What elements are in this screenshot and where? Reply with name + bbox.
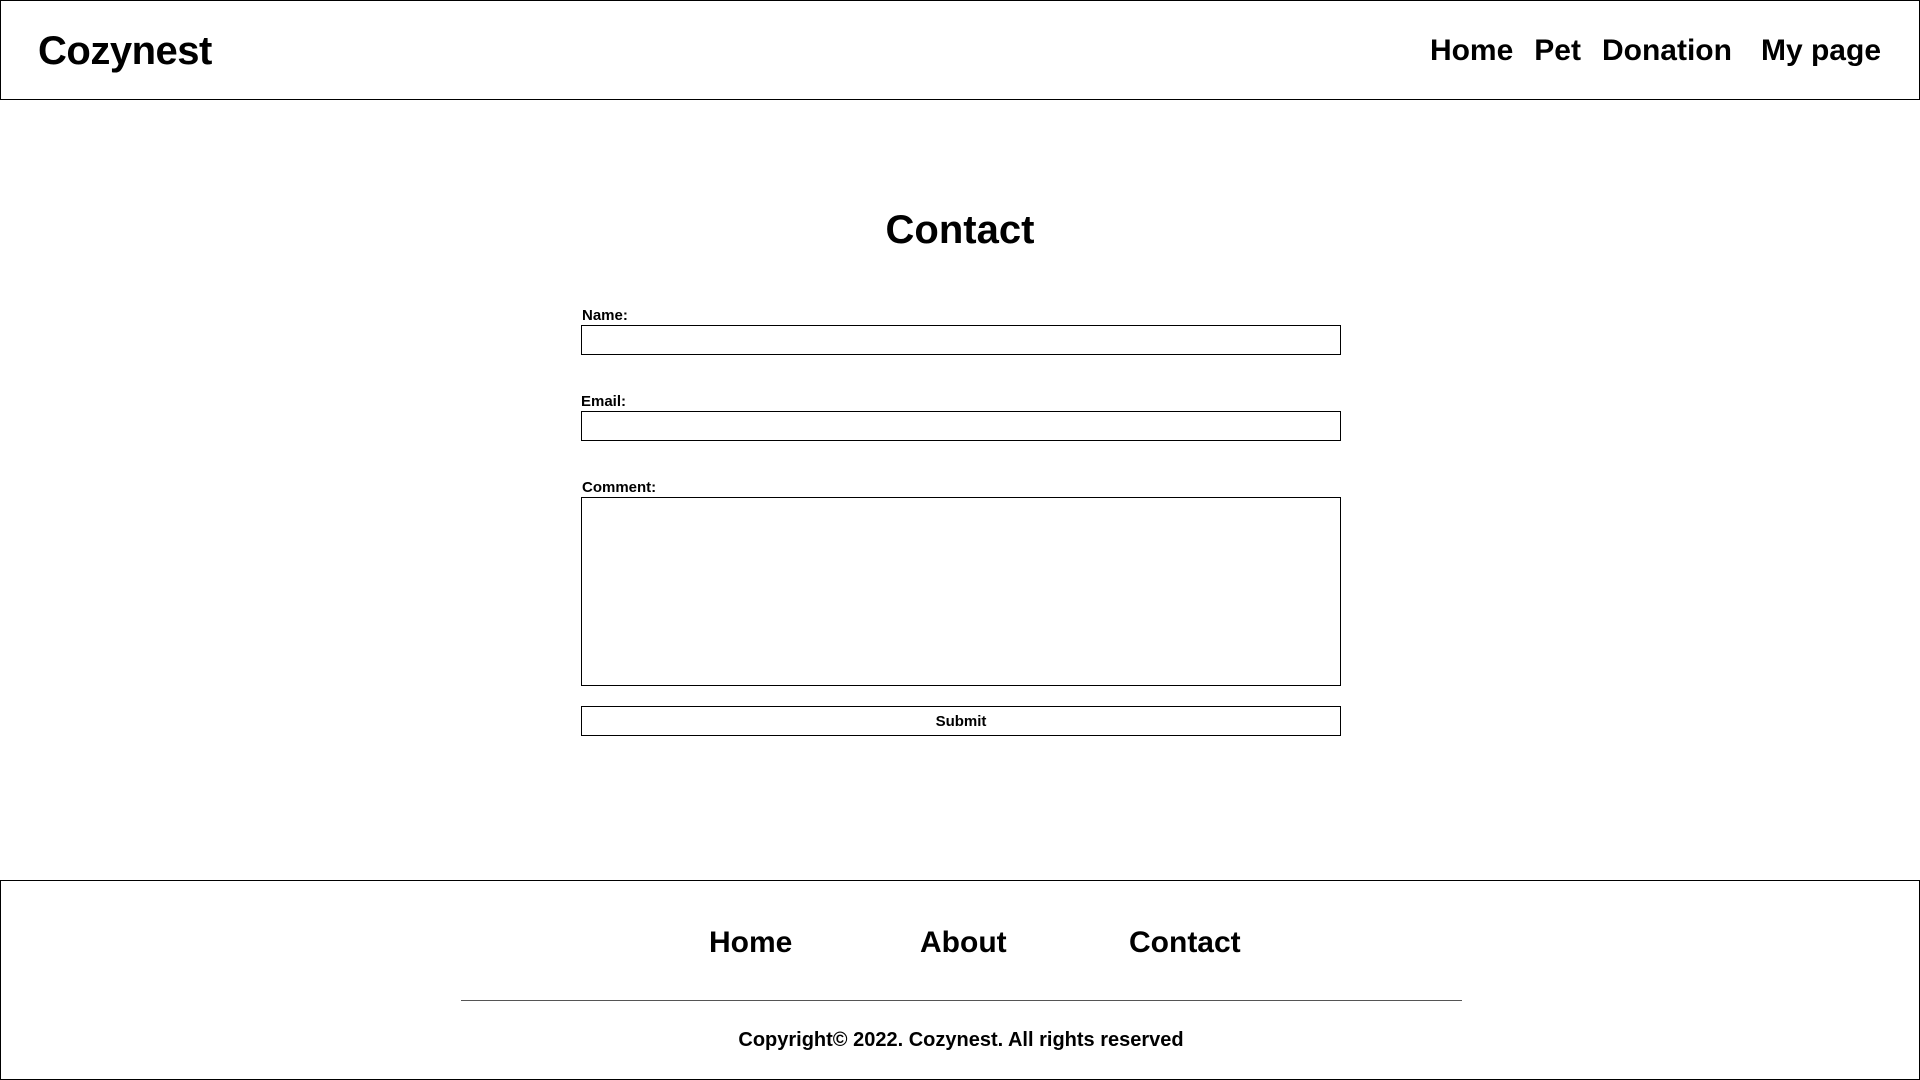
email-input[interactable] bbox=[581, 411, 1341, 441]
site-footer: Home About Contact Copyright© 2022. Cozy… bbox=[0, 880, 1920, 1080]
contact-form: Name: Email: Comment: Submit bbox=[581, 307, 1341, 736]
name-input[interactable] bbox=[581, 325, 1341, 355]
site-header: Cozynest Home Pet Donation My page bbox=[0, 0, 1920, 100]
footer-link-contact[interactable]: Contact bbox=[1129, 923, 1241, 963]
email-label: Email: bbox=[581, 393, 627, 410]
comment-textarea[interactable] bbox=[581, 497, 1341, 686]
brand-logo[interactable]: Cozynest bbox=[38, 25, 212, 77]
nav-my-page[interactable]: My page bbox=[1761, 28, 1881, 74]
page-title: Contact bbox=[885, 208, 1035, 252]
nav-pet[interactable]: Pet bbox=[1534, 28, 1581, 74]
name-label: Name: bbox=[582, 307, 628, 324]
footer-link-home[interactable]: Home bbox=[709, 923, 792, 963]
comment-label: Comment: bbox=[582, 479, 657, 496]
footer-divider bbox=[461, 1000, 1462, 1001]
footer-link-about[interactable]: About bbox=[920, 923, 1007, 963]
copyright-text: Copyright© 2022. Cozynest. All rights re… bbox=[738, 1029, 1184, 1051]
submit-button[interactable]: Submit bbox=[581, 706, 1341, 736]
main-nav: Home Pet Donation My page bbox=[1430, 28, 1881, 74]
nav-home[interactable]: Home bbox=[1430, 28, 1513, 74]
nav-donation[interactable]: Donation bbox=[1602, 28, 1732, 74]
